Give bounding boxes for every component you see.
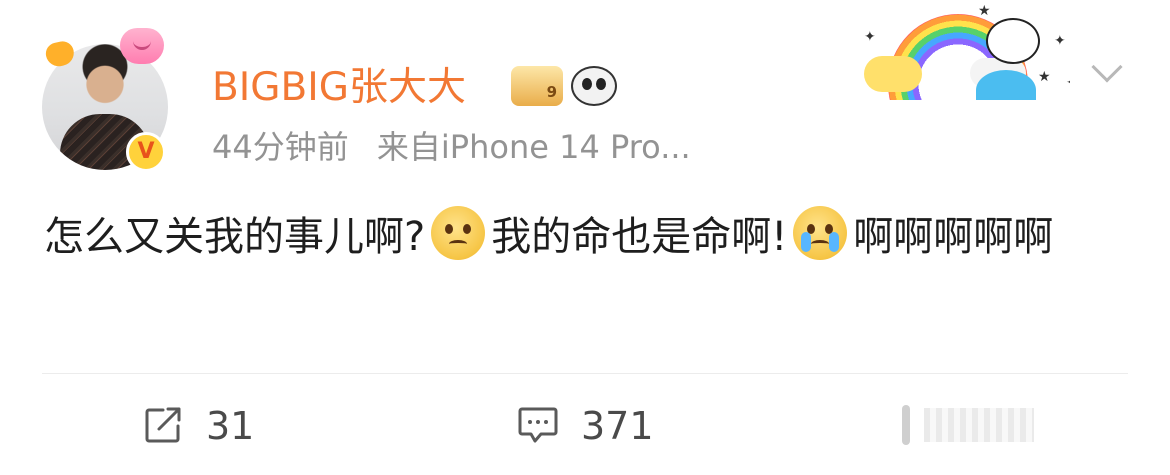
post-text-part3: 啊啊啊啊啊	[853, 214, 1054, 260]
post-source[interactable]: 来自iPhone 14 Pro...	[377, 128, 691, 166]
cloud-icon	[864, 56, 922, 92]
chevron-down-icon[interactable]	[1091, 51, 1123, 83]
crown-member-badge-icon[interactable]: 9	[511, 66, 563, 106]
crying-face-emoji-icon	[793, 206, 848, 260]
divider	[42, 373, 1128, 374]
post-content: 怎么又关我的事儿啊? 我的命也是命啊! 啊啊啊啊啊	[44, 206, 1134, 267]
verified-badge-icon: V	[126, 132, 166, 172]
share-icon[interactable]	[143, 405, 183, 445]
post-text-part2: 我的命也是命啊!	[491, 214, 788, 260]
comment-count[interactable]: 371	[581, 402, 654, 450]
pink-heart-icon	[120, 28, 164, 64]
star-icon: ✦	[1054, 33, 1066, 49]
username[interactable]: BIGBIG张大大	[212, 64, 466, 112]
star-icon: ✦	[1066, 76, 1070, 90]
post-meta: 44分钟前 来自iPhone 14 Pro...	[212, 126, 691, 168]
panda-face-icon	[986, 18, 1040, 64]
post-time: 44分钟前	[212, 128, 349, 166]
star-icon: ✦	[864, 29, 876, 45]
like-count-blurred[interactable]	[924, 408, 1034, 442]
post-text-part1: 怎么又关我的事儿啊?	[44, 214, 426, 260]
star-icon: ★	[978, 4, 991, 19]
share-count[interactable]: 31	[206, 402, 254, 450]
card-decoration-rainbow-panda: ★ ✦ ★ ✦ ✦	[858, 4, 1070, 100]
like-icon[interactable]	[890, 403, 926, 447]
pleading-face-emoji-icon	[431, 206, 486, 260]
comment-icon[interactable]	[517, 405, 559, 445]
star-icon: ★	[1038, 69, 1051, 85]
panda-badge-icon[interactable]	[571, 66, 617, 106]
